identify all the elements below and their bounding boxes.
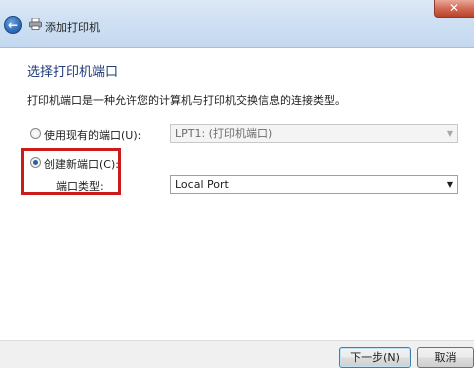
highlight-box	[21, 148, 121, 195]
page-description: 打印机端口是一种允许您的计算机与打印机交换信息的连接类型。	[27, 94, 346, 107]
close-icon: ✕	[449, 1, 460, 15]
port-type-value: Local Port	[175, 178, 229, 191]
back-button[interactable]: ←	[4, 16, 22, 34]
use-existing-port-label[interactable]: 使用现有的端口(U):	[44, 127, 141, 143]
page-title: 选择打印机端口	[27, 65, 119, 80]
back-arrow-icon: ←	[7, 18, 19, 32]
printer-icon	[29, 18, 42, 30]
window-title: 添加打印机	[45, 21, 100, 34]
cancel-button[interactable]: 取消	[417, 347, 474, 368]
existing-port-select: LPT1: (打印机端口) ▼	[170, 124, 458, 143]
chevron-down-icon: ▼	[446, 129, 453, 138]
existing-port-value: LPT1: (打印机端口)	[175, 127, 273, 140]
port-type-select[interactable]: Local Port ▼	[170, 175, 458, 194]
next-button[interactable]: 下一步(N)	[339, 347, 411, 368]
use-existing-port-radio[interactable]	[30, 128, 41, 139]
chevron-down-icon: ▼	[446, 180, 453, 189]
title-bar: ← 添加打印机 ✕	[0, 0, 474, 48]
close-button[interactable]: ✕	[434, 0, 474, 18]
